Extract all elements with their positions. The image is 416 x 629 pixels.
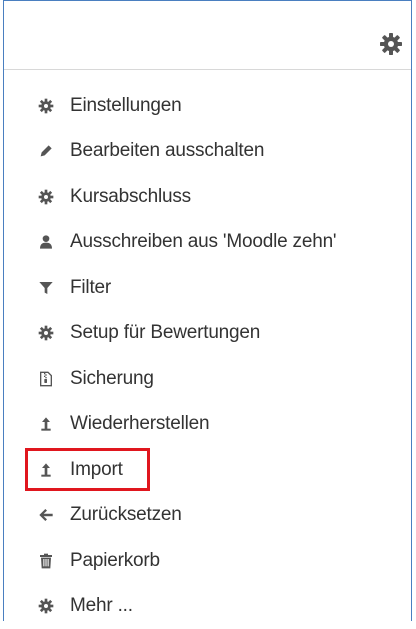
menu-item-label: Wiederherstellen [70, 413, 209, 435]
menu-item-label: Einstellungen [70, 95, 181, 117]
gear-icon [38, 325, 54, 341]
menu-item-papierkorb[interactable]: Papierkorb [4, 538, 411, 584]
menu-item-label: Import [70, 459, 123, 481]
pencil-icon [38, 143, 54, 159]
gear-icon[interactable] [379, 32, 403, 56]
menu-item-label: Sicherung [70, 368, 154, 390]
gear-icon [38, 98, 54, 114]
user-icon [38, 234, 54, 250]
menu-item-label: Filter [70, 277, 111, 299]
menu-item-wiederherstellen[interactable]: Wiederherstellen [4, 402, 411, 448]
menu-header [4, 1, 411, 70]
menu-item-import[interactable]: Import [4, 447, 411, 493]
menu-item-kursabschluss[interactable]: Kursabschluss [4, 174, 411, 220]
gear-icon [38, 189, 54, 205]
menu-item-label: Zurücksetzen [70, 504, 182, 526]
menu-item-sicherung[interactable]: Sicherung [4, 356, 411, 402]
menu-item-label: Mehr ... [70, 595, 133, 617]
menu-item-label: Setup für Bewertungen [70, 322, 260, 344]
archive-icon [38, 371, 54, 387]
menu-list: Einstellungen Bearbeiten ausschalten Kur… [4, 83, 411, 629]
menu-item-filter[interactable]: Filter [4, 265, 411, 311]
upload-arrow-icon [38, 416, 54, 432]
filter-icon [38, 280, 54, 296]
menu-item-label: Bearbeiten ausschalten [70, 140, 264, 162]
menu-item-label: Kursabschluss [70, 186, 191, 208]
menu-item-ausschreiben[interactable]: Ausschreiben aus 'Moodle zehn' [4, 220, 411, 266]
course-admin-menu: Einstellungen Bearbeiten ausschalten Kur… [3, 0, 412, 621]
gear-icon [38, 598, 54, 614]
menu-item-bearbeiten-ausschalten[interactable]: Bearbeiten ausschalten [4, 129, 411, 175]
menu-item-label: Papierkorb [70, 550, 160, 572]
menu-item-einstellungen[interactable]: Einstellungen [4, 83, 411, 129]
upload-arrow-icon [38, 462, 54, 478]
menu-item-setup-bewertungen[interactable]: Setup für Bewertungen [4, 311, 411, 357]
menu-item-label: Ausschreiben aus 'Moodle zehn' [70, 231, 336, 253]
trash-icon [38, 553, 54, 569]
arrow-left-icon [38, 507, 54, 523]
menu-item-mehr[interactable]: Mehr ... [4, 584, 411, 629]
menu-item-zuruecksetzen[interactable]: Zurücksetzen [4, 493, 411, 539]
